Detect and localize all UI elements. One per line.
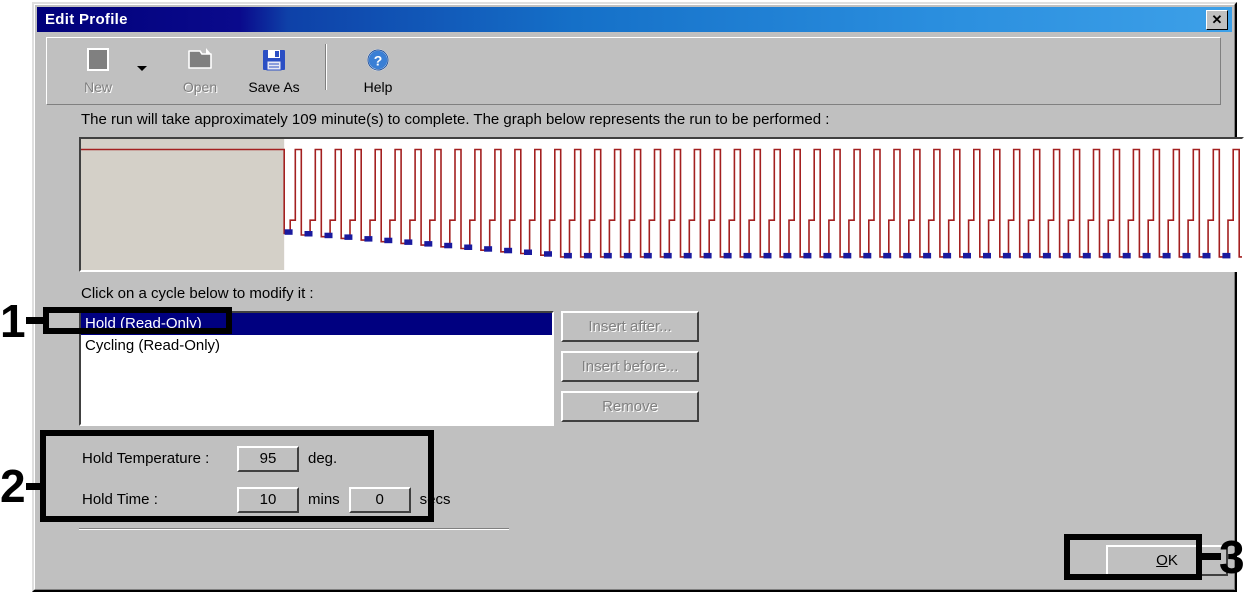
annotation-leader-2 <box>26 483 44 490</box>
svg-text:?: ? <box>374 53 383 69</box>
new-dropdown-button[interactable] <box>135 66 149 71</box>
close-icon: ✕ <box>1211 12 1223 27</box>
run-description-text: The run will take approximately 109 minu… <box>81 111 830 128</box>
annotation-number-2: 2 <box>0 460 26 512</box>
toolbar-button-help[interactable]: ? Help <box>341 44 415 95</box>
ok-button[interactable]: OK <box>1106 545 1228 576</box>
insert-after-button[interactable]: Insert after... <box>561 311 699 342</box>
hold-minutes-unit: mins <box>308 491 340 508</box>
toolbar: New Open Save As ? Help <box>46 37 1221 105</box>
profile-graph[interactable] <box>79 137 1244 272</box>
toolbar-button-open[interactable]: Open <box>163 44 237 95</box>
cycle-action-buttons: Insert after... Insert before... Remove <box>561 311 699 431</box>
ok-rest-letters: K <box>1167 552 1178 569</box>
close-button[interactable]: ✕ <box>1206 9 1228 30</box>
toolbar-label-open: Open <box>182 79 218 95</box>
toolbar-separator <box>325 44 327 90</box>
question-mark-icon: ? <box>365 44 391 76</box>
screenshot-root: Edit Profile ✕ New Open Save As ? Help T… <box>0 0 1251 595</box>
annotation-leader-3 <box>1199 553 1221 560</box>
panel-separator <box>79 528 509 530</box>
chevron-down-icon <box>137 66 147 71</box>
window-controls: ✕ <box>1206 9 1232 30</box>
toolbar-button-save-as[interactable]: Save As <box>237 44 311 95</box>
hold-minutes-input[interactable]: 10 <box>237 486 299 513</box>
annotation-number-3: 3 <box>1219 531 1245 583</box>
floppy-disk-icon <box>260 44 288 76</box>
hold-time-label: Hold Time : <box>82 491 158 508</box>
toolbar-label-help: Help <box>363 79 393 95</box>
hold-settings-panel: Hold Temperature : 95 deg. Hold Time : 1… <box>82 438 462 520</box>
toolbar-label-new: New <box>83 79 112 95</box>
hold-seconds-unit: secs <box>419 491 451 508</box>
hold-seconds-input[interactable]: 0 <box>348 486 411 513</box>
cycle-list[interactable]: Hold (Read-Only) Cycling (Read-Only) <box>79 311 554 426</box>
window-titlebar[interactable]: Edit Profile ✕ <box>37 7 1232 32</box>
window-title: Edit Profile <box>45 11 128 28</box>
open-folder-icon <box>184 44 216 76</box>
cycle-list-prompt: Click on a cycle below to modify it : <box>81 285 314 302</box>
hold-temperature-input[interactable]: 95 <box>237 445 299 472</box>
cycle-list-item-cycling[interactable]: Cycling (Read-Only) <box>81 335 552 357</box>
cycle-list-item-hold[interactable]: Hold (Read-Only) <box>81 313 552 335</box>
new-document-icon <box>83 44 113 76</box>
edit-profile-window: Edit Profile ✕ New Open Save As ? Help T… <box>32 2 1244 592</box>
insert-before-button[interactable]: Insert before... <box>561 351 699 382</box>
annotation-leader-1 <box>26 317 46 324</box>
toolbar-label-save-as: Save As <box>248 79 300 95</box>
hold-temperature-label: Hold Temperature : <box>82 450 210 467</box>
ok-button-label: OK <box>1156 552 1178 569</box>
hold-temperature-unit: deg. <box>308 450 338 467</box>
hold-temperature-row: Hold Temperature : 95 deg. <box>82 438 462 479</box>
profile-graph-svg <box>81 139 1242 270</box>
toolbar-button-new[interactable]: New <box>61 44 135 95</box>
remove-button[interactable]: Remove <box>561 391 699 422</box>
ok-accel-letter: O <box>1156 552 1168 569</box>
annotation-number-1: 1 <box>0 295 26 347</box>
hold-time-row: Hold Time : 10 mins 0 secs <box>82 479 462 520</box>
